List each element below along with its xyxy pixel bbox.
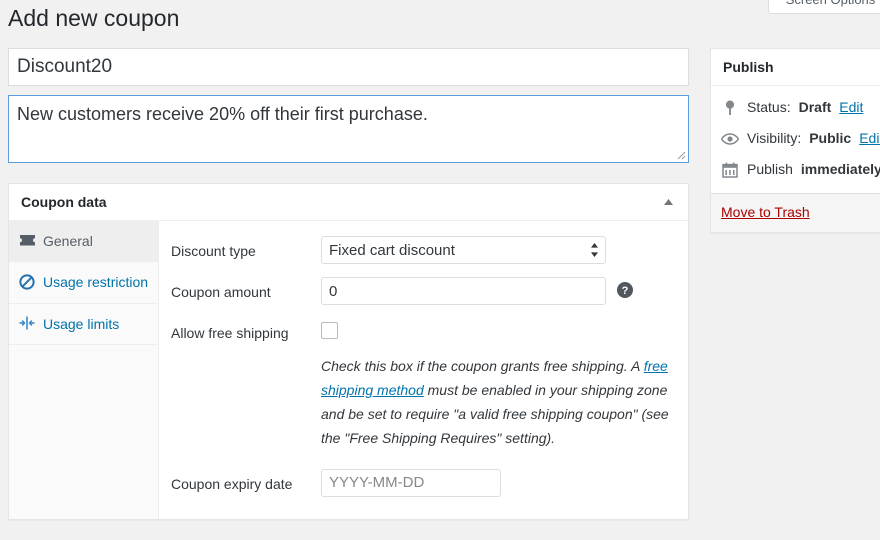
publish-schedule-row: Publish immediately Edit	[721, 154, 880, 185]
expiry-date-field-area	[321, 469, 691, 497]
coupon-amount-input[interactable]	[321, 277, 606, 305]
publish-schedule-prefix: Publish	[747, 159, 793, 180]
publish-status-prefix: Status:	[747, 97, 791, 118]
publish-visibility-prefix: Visibility:	[747, 128, 801, 149]
coupon-amount-label: Coupon amount	[171, 277, 321, 303]
coupon-description-wrapper: New customers receive 20% off their firs…	[8, 95, 689, 163]
tab-general[interactable]: General	[9, 221, 158, 262]
free-shipping-desc-part1: Check this box if the coupon grants free…	[321, 358, 644, 374]
allow-free-shipping-checkbox[interactable]	[321, 322, 338, 339]
allow-free-shipping-description: Check this box if the coupon grants free…	[321, 354, 691, 450]
help-circle-icon[interactable]: ?	[617, 282, 633, 298]
publish-actions: Status: Draft Edit Visibility: Public Ed…	[711, 86, 880, 193]
discount-type-row: Discount type Fixed cart discount	[171, 231, 691, 269]
tab-usage-limits-label: Usage limits	[43, 314, 149, 334]
publish-status-edit-link[interactable]: Edit	[839, 97, 863, 118]
pin-icon	[721, 99, 739, 117]
tab-general-link[interactable]: General	[9, 221, 158, 261]
screen-options-button[interactable]: Screen Options	[768, 0, 880, 14]
tab-usage-restriction-link[interactable]: Usage restriction	[9, 262, 158, 302]
publish-panel: Publish Status: Draft Edit	[710, 48, 880, 233]
publish-status-value: Draft	[799, 97, 832, 118]
publish-visibility-edit-link[interactable]: Edit	[859, 128, 880, 149]
allow-free-shipping-row: Allow free shipping	[171, 313, 691, 349]
allow-free-shipping-label: Allow free shipping	[171, 318, 321, 344]
coupon-data-tabs: General Usage restriction	[9, 221, 159, 519]
svg-text:?: ?	[622, 285, 629, 297]
coupon-amount-row: Coupon amount ?	[171, 272, 691, 310]
coupon-data-body: General Usage restriction	[9, 221, 688, 519]
discount-type-select[interactable]: Fixed cart discount	[321, 236, 606, 264]
ticket-icon	[18, 231, 36, 250]
publish-footer: Move to Trash	[711, 193, 880, 232]
move-to-trash-link[interactable]: Move to Trash	[721, 204, 810, 220]
discount-type-select-wrapper: Fixed cart discount	[321, 236, 606, 264]
tab-usage-restriction[interactable]: Usage restriction	[9, 262, 158, 303]
expiry-date-label: Coupon expiry date	[171, 469, 321, 495]
coupon-amount-field-area: ?	[321, 277, 691, 305]
allow-free-shipping-field-area	[321, 318, 691, 339]
tab-general-label: General	[43, 231, 149, 251]
publish-visibility-row: Visibility: Public Edit	[721, 123, 880, 154]
expiry-date-input[interactable]	[321, 469, 501, 497]
publish-visibility-value: Public	[809, 128, 851, 149]
coupon-data-panel-title: Coupon data	[21, 195, 107, 209]
limits-icon	[18, 314, 36, 333]
publish-schedule-value: immediately	[801, 159, 880, 180]
chevron-up-icon[interactable]	[658, 192, 678, 212]
tab-usage-limits-link[interactable]: Usage limits	[9, 304, 158, 344]
coupon-code-input[interactable]	[8, 48, 689, 86]
main-content-column: New customers receive 20% off their firs…	[8, 48, 689, 520]
tab-usage-restriction-label: Usage restriction	[43, 272, 149, 292]
page-title: Add new coupon	[8, 4, 179, 33]
sidebar-column: Publish Status: Draft Edit	[710, 48, 880, 233]
discount-type-field-area: Fixed cart discount	[321, 236, 691, 264]
circle-slash-icon	[18, 272, 36, 291]
publish-panel-title: Publish	[723, 60, 774, 74]
coupon-description-input[interactable]: New customers receive 20% off their firs…	[8, 95, 689, 163]
general-options-panel: Discount type Fixed cart discount	[159, 221, 703, 519]
publish-status-row: Status: Draft Edit	[721, 92, 880, 123]
expiry-date-row: Coupon expiry date	[171, 464, 691, 502]
coupon-data-panel-header: Coupon data	[9, 184, 688, 221]
coupon-data-panel: Coupon data General	[8, 183, 689, 520]
discount-type-label: Discount type	[171, 236, 321, 262]
calendar-icon	[721, 161, 739, 179]
tab-usage-limits[interactable]: Usage limits	[9, 304, 158, 345]
publish-panel-header: Publish	[711, 49, 880, 86]
eye-icon	[721, 130, 739, 148]
